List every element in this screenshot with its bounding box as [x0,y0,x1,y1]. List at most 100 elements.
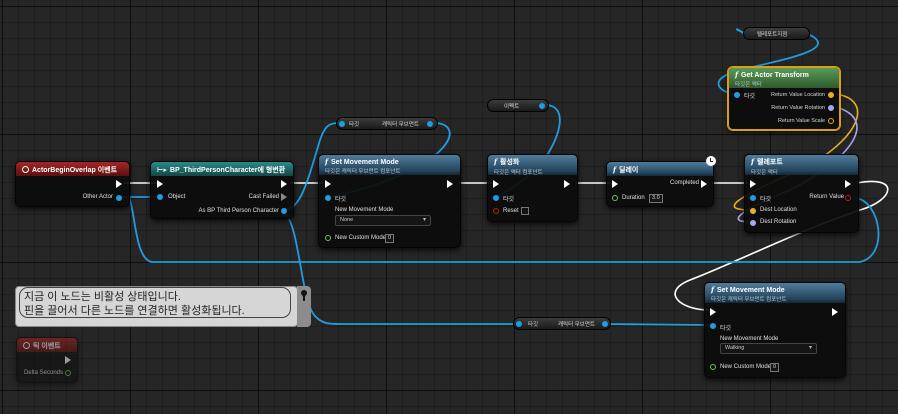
object-wire [605,323,708,326]
pin-label: New Custom Mode [335,235,387,241]
reroute-label: 텔레포트지점 [757,32,788,38]
target-pin[interactable] [710,323,716,329]
delta-seconds-pin[interactable] [65,370,71,376]
tooltip-line-1: 지금 이 노드는 비활성 상태입니다. [24,291,181,303]
return-value-pin[interactable] [845,195,851,201]
pin-label: New Custom Mode [720,364,772,370]
target-pin[interactable] [493,195,499,201]
set-movement-mode-node[interactable]: f Set Movement Mode 타깃은 캐릭터 무브먼트 컴포넌트 타깃 N… [318,154,461,248]
reroute-target: 타깃 [528,322,539,328]
pin-label: Dest Rotation [760,219,797,225]
tooltip-line-2: 핀을 끌어서 다른 노드를 연결하면 활성화됩니다. [24,305,245,317]
movement-mode-dropdown[interactable]: None ▾ [335,215,431,226]
exec-in-pin[interactable] [493,180,499,188]
cast-failed-pin[interactable] [281,193,287,201]
pin-label: Duration [622,195,645,201]
pin-label: Return Value Scale [778,118,825,124]
pin-label: 타깃 [335,197,347,203]
node-header: f Set Movement Mode 타깃은 캐릭터 무브먼트 컴포넌트 [705,283,845,303]
get-actor-transform-node[interactable]: f Get Actor Transform 타깃은 액터 타깃 Return Val… [728,67,840,130]
pin-tooltip-button[interactable] [297,286,311,327]
node-title: ActorBeginOverlap 이벤트 [32,167,118,174]
exec-in-pin[interactable] [750,180,756,188]
pin-label: New Movement Mode [720,336,779,342]
exec-out-pin[interactable] [701,180,707,188]
exec-in-pin[interactable] [157,180,163,188]
cast-icon: ⊢▸ [157,167,167,174]
exec-out-pin[interactable] [65,356,71,364]
clock-icon [706,156,716,166]
chevron-down-icon: ▾ [422,217,426,223]
exec-out-pin[interactable] [281,180,287,188]
custom-mode-field[interactable]: 0 [385,234,395,243]
node-header: 틱 이벤트 [17,338,77,352]
return-location-pin[interactable] [828,92,834,98]
dest-rotation-pin[interactable] [750,220,756,226]
character-movement-reroute-bottom[interactable]: 타깃 캐릭터 무브먼트 [513,317,611,330]
node-title: Get Actor Transform [741,72,809,79]
reroute-pin[interactable] [516,321,522,327]
reroute-pin[interactable] [339,121,345,127]
node-subtitle: 타깃은 캐릭터 무브먼트 컴포넌트 [711,297,787,303]
movement-mode-dropdown[interactable]: Walking ▾ [720,343,817,354]
node-title: Set Movement Mode [331,159,399,166]
return-scale-pin[interactable] [828,118,834,124]
function-icon: f [494,157,498,166]
chevron-down-icon: ▾ [808,345,812,351]
effect-reroute[interactable]: 이펙트 [487,99,549,112]
custom-mode-field[interactable]: 0 [770,363,780,372]
duration-field[interactable]: 3.0 [649,194,663,203]
reroute-pin[interactable] [539,103,545,109]
exec-in-pin[interactable] [612,180,618,188]
reroute-pin[interactable] [427,121,433,127]
node-title: BP_ThirdPersonCharacter에 형변환 [169,167,286,174]
actor-begin-overlap-node[interactable]: ActorBeginOverlap 이벤트 Other Actor [15,161,130,207]
target-pin[interactable] [750,195,756,201]
target-pin[interactable] [325,195,331,201]
activate-node[interactable]: f 활성화 타깃은 액터 컴포넌트 타깃 Reset [487,154,578,222]
exec-in-pin[interactable] [325,180,331,188]
function-icon: f [735,70,739,79]
dest-location-pin[interactable] [750,208,756,214]
return-rotation-pin[interactable] [828,105,834,111]
exec-out-pin[interactable] [845,180,851,188]
dropdown-value: Walking [725,345,745,351]
pin-label: As BP Third Person Character [198,208,279,214]
pin-icon [301,290,307,301]
reroute-label: 캐릭터 무브먼트 [558,322,595,328]
exec-out-pin[interactable] [564,180,570,188]
exec-out-pin[interactable] [832,308,838,316]
pin-label: Dest Location [760,207,797,213]
exec-out-pin[interactable] [447,180,453,188]
as-character-pin[interactable] [281,208,287,214]
reset-pin[interactable] [493,208,499,214]
node-header: f 활성화타깃은 액터 컴포넌트 [488,155,577,176]
reset-checkbox[interactable] [521,207,529,215]
teleport-node[interactable]: f 텔레포트 타깃은 액터 타깃 Return Value Dest Locatio… [744,154,859,233]
node-header: ActorBeginOverlap 이벤트 [16,162,129,176]
set-movement-mode-node-2[interactable]: f Set Movement Mode 타깃은 캐릭터 무브먼트 컴포넌트 타깃 N… [704,282,846,378]
node-title: 텔레포트 [757,159,783,166]
exec-in-pin[interactable] [710,308,716,316]
pin-label: Return Value [809,194,844,200]
pin-label: New Movement Mode [335,207,394,213]
event-icon [23,342,30,349]
object-pin[interactable] [157,194,163,200]
target-pin[interactable] [734,92,740,98]
pin-label: Other Actor [82,194,113,200]
duration-pin[interactable] [612,195,618,201]
node-title: 활성화 [500,159,520,166]
teleport-point-reroute[interactable]: 텔레포트지점 [743,27,810,40]
other-actor-pin[interactable] [116,195,122,201]
custom-mode-pin[interactable] [710,364,716,370]
reroute-pin[interactable] [602,321,608,327]
custom-mode-pin[interactable] [325,235,331,241]
cast-node[interactable]: ⊢▸ BP_ThirdPersonCharacter에 형변환 Object Ca… [150,161,294,219]
delay-node[interactable]: f 딜레이 Completed Duration 3.0 [606,161,714,207]
character-movement-reroute-top[interactable]: 타깃 캐릭터 무브먼트 [336,117,438,130]
node-subtitle: 타깃은 캐릭터 무브먼트 컴포넌트 [325,169,401,175]
event-tick-node[interactable]: 틱 이벤트 Delta Seconds [16,337,78,383]
exec-out-pin[interactable] [116,180,122,188]
node-subtitle: 타깃은 액터 컴포넌트 [494,170,543,176]
pin-label: 타깃 [744,94,756,100]
